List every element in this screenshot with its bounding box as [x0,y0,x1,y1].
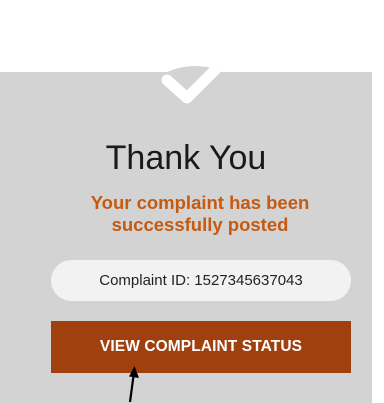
success-message: Your complaint has been successfully pos… [50,192,350,236]
success-message-line-1: Your complaint has been [90,192,310,213]
page-title: Thank You [105,139,267,177]
complaint-id-badge: Complaint ID: 1527345637043 [51,260,351,301]
success-message-line-2: successfully posted [111,214,289,235]
view-complaint-status-button[interactable]: VIEW COMPLAINT STATUS [51,321,351,373]
card-edge [372,72,384,403]
arrow-pointer-icon [128,366,139,403]
checkmark-icon [161,52,233,104]
